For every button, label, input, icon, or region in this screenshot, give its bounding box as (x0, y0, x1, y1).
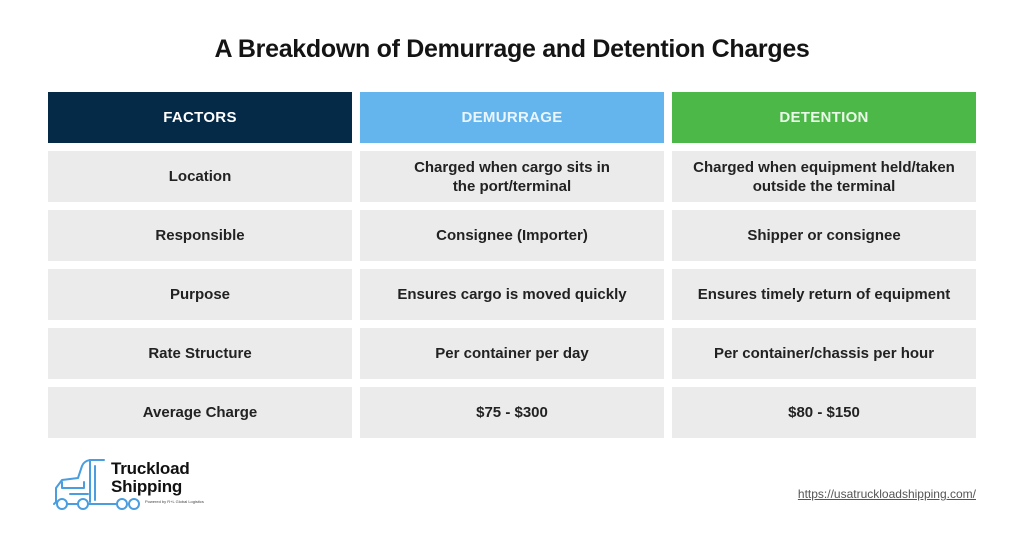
brand-logo: Truckload Shipping Powered by R+L Global… (50, 458, 220, 514)
page-title: A Breakdown of Demurrage and Detention C… (214, 35, 810, 63)
brand-name-line1: Truckload (111, 459, 190, 478)
row-purpose-factor: Purpose (48, 269, 352, 320)
comparison-table: FACTORS DEMURRAGE DETENTION Location Cha… (48, 92, 976, 438)
row-average-charge-detention: $80 - $150 (672, 387, 976, 438)
row-location-demurrage: Charged when cargo sits in the port/term… (360, 151, 664, 202)
row-location-factor: Location (48, 151, 352, 202)
row-responsible-demurrage: Consignee (Importer) (360, 210, 664, 261)
row-purpose-detention: Ensures timely return of equipment (672, 269, 976, 320)
row-responsible-factor: Responsible (48, 210, 352, 261)
infographic: A Breakdown of Demurrage and Detention C… (0, 0, 1024, 538)
cell-text: Charged when cargo sits in the port/term… (414, 158, 610, 195)
row-purpose-demurrage: Ensures cargo is moved quickly (360, 269, 664, 320)
brand-name-line2: Shipping (111, 477, 183, 496)
cell-text: Charged when equipment held/taken outsid… (693, 158, 955, 195)
website-link[interactable]: https://usatruckloadshipping.com/ (798, 487, 976, 501)
row-rate-structure-detention: Per container/chassis per hour (672, 328, 976, 379)
row-average-charge-factor: Average Charge (48, 387, 352, 438)
header-factors: FACTORS (48, 92, 352, 143)
row-responsible-detention: Shipper or consignee (672, 210, 976, 261)
header-detention: DETENTION (672, 92, 976, 143)
row-location-detention: Charged when equipment held/taken outsid… (672, 151, 976, 202)
row-rate-structure-factor: Rate Structure (48, 328, 352, 379)
header-demurrage: DEMURRAGE (360, 92, 664, 143)
brand-tagline: Powered by R+L Global Logistics (145, 499, 204, 504)
row-rate-structure-demurrage: Per container per day (360, 328, 664, 379)
row-average-charge-demurrage: $75 - $300 (360, 387, 664, 438)
